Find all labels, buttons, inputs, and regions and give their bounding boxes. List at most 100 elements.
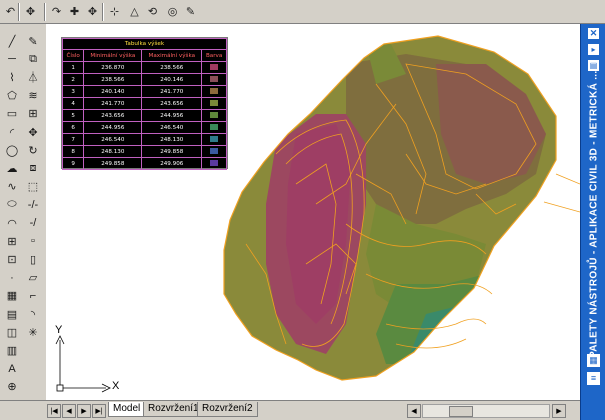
autohide-icon[interactable]: ▸ <box>588 44 599 55</box>
standard-toolbar: ↶ ✥ ↷ ✚ ✥ ⊹ △ ⟲ ◎ ✎ <box>0 0 605 24</box>
last-tab-icon[interactable]: ▶| <box>92 404 106 418</box>
tool-palette[interactable]: ✕ ▸ ▤ PALETY NÁSTROJŮ - APLIKACE CIVIL 3… <box>580 24 605 420</box>
table-row: 4 241.770 243.656 <box>61 97 227 110</box>
polygon-icon[interactable]: ⬠ <box>3 87 21 105</box>
make-block-icon[interactable]: ⊡ <box>3 250 21 268</box>
elevation-table[interactable]: Tabulka výšek Číslo Minimální výška Maxi… <box>61 37 228 170</box>
table-cell-max: 249.858 <box>141 145 203 158</box>
triangle-edit-icon[interactable]: △ <box>126 3 143 20</box>
toolbar-separator <box>18 3 20 21</box>
trim-icon[interactable]: -/- <box>24 196 42 214</box>
erase-icon[interactable]: ✎ <box>24 32 42 50</box>
ellipse-icon[interactable]: ⬭ <box>3 196 21 214</box>
table-cell-n: 6 <box>61 121 85 134</box>
brush-icon[interactable]: ✎ <box>182 3 199 20</box>
point-insert-icon[interactable]: ⊹ <box>106 3 123 20</box>
first-tab-icon[interactable]: |◀ <box>47 404 61 418</box>
rotate-icon[interactable]: ↻ <box>24 141 42 159</box>
table-cell-max: 248.130 <box>141 133 203 146</box>
move-icon[interactable]: ✥ <box>24 123 42 141</box>
spline-icon[interactable]: ∿ <box>3 178 21 196</box>
ellipse-arc-icon[interactable]: ◠ <box>3 214 21 232</box>
tab-layout1[interactable]: Rozvržení1 <box>143 402 204 417</box>
tab-model[interactable]: Model <box>108 402 146 417</box>
table-cell-n: 8 <box>61 145 85 158</box>
layout-tabs-bar: |◀ ◀ ▶ ▶| Model Rozvržení1 Rozvržení2 ◀ … <box>0 400 580 420</box>
extend-icon[interactable]: -/ <box>24 214 42 232</box>
table-icon[interactable]: ▥ <box>3 341 21 359</box>
color-swatch <box>210 159 219 166</box>
array-icon[interactable]: ⊞ <box>24 105 42 123</box>
region-icon[interactable]: ◫ <box>3 323 21 341</box>
boundary-extension-lines <box>543 173 580 213</box>
close-icon[interactable]: ✕ <box>588 28 599 39</box>
palette-title: PALETY NÁSTROJŮ - APLIKACE CIVIL 3D - ME… <box>588 70 600 358</box>
scroll-thumb[interactable] <box>449 406 473 417</box>
table-cell-n: 1 <box>61 61 85 74</box>
palette-icon-list[interactable]: ≡ <box>587 372 600 385</box>
stretch-icon[interactable]: ⬚ <box>24 178 42 196</box>
line-icon[interactable]: ╱ <box>3 32 21 50</box>
table-cell-n: 7 <box>61 133 85 146</box>
color-swatch <box>210 63 219 70</box>
polyline-icon[interactable]: ⌇ <box>3 68 21 86</box>
table-cell-color <box>201 133 227 146</box>
gradient-icon[interactable]: ▤ <box>3 305 21 323</box>
offset-icon[interactable]: ≋ <box>24 87 42 105</box>
table-row: 2 238.566 240.146 <box>61 73 227 86</box>
table-cell-n: 2 <box>61 73 85 86</box>
next-tab-icon[interactable]: ▶ <box>77 404 91 418</box>
insert-block-icon[interactable]: ⊞ <box>3 232 21 250</box>
point-move-icon[interactable]: ✥ <box>84 3 101 20</box>
color-swatch <box>210 87 219 94</box>
undo-icon[interactable]: ↶ <box>2 3 19 20</box>
chamfer-icon[interactable]: ⌐ <box>24 287 42 305</box>
arc-icon[interactable]: ◜ <box>3 123 21 141</box>
point-add-icon[interactable]: ✚ <box>66 3 83 20</box>
color-swatch <box>210 99 219 106</box>
table-title: Tabulka výšek <box>62 38 227 50</box>
table-cell-min: 243.656 <box>83 109 143 122</box>
surface-flip-icon[interactable]: ⟲ <box>144 3 161 20</box>
table-cell-min: 238.566 <box>83 73 143 86</box>
table-cell-max: 243.656 <box>141 97 203 110</box>
header-max: Maximální výška <box>141 49 203 62</box>
table-cell-n: 5 <box>61 109 85 122</box>
table-cell-min: 246.540 <box>83 133 143 146</box>
navigate-icon[interactable]: ⊕ <box>3 378 21 396</box>
explode-icon[interactable]: ✳ <box>24 323 42 341</box>
fillet-icon[interactable]: ◝ <box>24 305 42 323</box>
ucs-icon <box>55 335 111 393</box>
scroll-right-icon[interactable]: ▶ <box>552 404 566 418</box>
copy-icon[interactable]: ⧉ <box>24 50 42 68</box>
toolbar-separator <box>44 3 46 21</box>
draw-modify-toolbars: ╱ ─ ⌇ ⬠ ▭ ◜ ◯ ☁ ∿ ⬭ ◠ ⊞ ⊡ · ▦ ▤ ◫ ▥ A ⊕ ✎ ⧉ ⏃ ≋ ⊞ ✥ ↻ ⧈ ⬚ -/- -/▫ ▯ ▱ ⌐ ◝ ✳ <box>0 24 46 400</box>
break-icon[interactable]: ▯ <box>24 250 42 268</box>
redo-icon[interactable]: ↷ <box>48 3 65 20</box>
tab-layout2[interactable]: Rozvržení2 <box>197 402 258 417</box>
table-cell-min: 244.956 <box>83 121 143 134</box>
text-icon[interactable]: A <box>3 360 21 378</box>
point-icon[interactable]: · <box>3 269 21 287</box>
globe-icon[interactable]: ◎ <box>164 3 181 20</box>
table-cell-n: 4 <box>61 97 85 110</box>
horizontal-scrollbar[interactable] <box>422 404 550 418</box>
palette-icon[interactable]: ▦ <box>587 354 600 367</box>
revcloud-icon[interactable]: ☁ <box>3 159 21 177</box>
hatch-icon[interactable]: ▦ <box>3 287 21 305</box>
construction-line-icon[interactable]: ─ <box>3 50 21 68</box>
circle-icon[interactable]: ◯ <box>3 141 21 159</box>
pan-icon[interactable]: ✥ <box>22 3 39 20</box>
table-cell-color <box>201 61 227 74</box>
scroll-left-icon[interactable]: ◀ <box>407 404 421 418</box>
header-color: Barva <box>201 49 227 62</box>
table-cell-min: 249.858 <box>83 157 143 170</box>
break-point-icon[interactable]: ▫ <box>24 232 42 250</box>
ucs-x-label: X <box>112 380 120 392</box>
color-swatch <box>210 147 219 154</box>
scale-icon[interactable]: ⧈ <box>24 159 42 177</box>
prev-tab-icon[interactable]: ◀ <box>62 404 76 418</box>
rectangle-icon[interactable]: ▭ <box>3 105 21 123</box>
mirror-icon[interactable]: ⏃ <box>24 68 42 86</box>
join-icon[interactable]: ▱ <box>24 269 42 287</box>
